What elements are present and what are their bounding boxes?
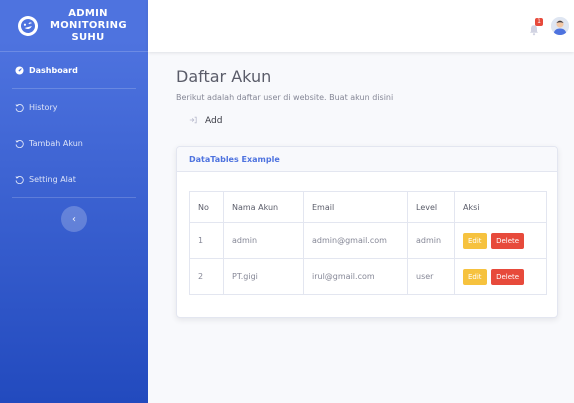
column-header-no[interactable]: No [189, 191, 224, 223]
sidebar-toggle-button[interactable]: ‹ [61, 206, 87, 232]
cell-actions: Edit Delete [454, 222, 547, 259]
topbar: 1 [148, 0, 574, 52]
add-button[interactable]: Add [189, 116, 558, 126]
laugh-wink-icon [15, 13, 41, 38]
sidebar-item-label: History [29, 102, 58, 112]
accounts-table: No Nama Akun Email Level Aksi 1 admin ad… [189, 191, 547, 295]
tachometer-icon [14, 65, 24, 75]
cell-no: 2 [189, 258, 224, 295]
column-header-email[interactable]: Email [303, 191, 408, 223]
edit-button[interactable]: Edit [463, 268, 487, 285]
column-header-nama-akun[interactable]: Nama Akun [223, 191, 304, 223]
sidebar-item-label: Tambah Akun [29, 138, 83, 148]
table-row: 2 PT.gigi irul@gmail.com user Edit Delet… [189, 258, 547, 295]
sidebar-item-label: Setting Alat [29, 174, 76, 184]
delete-button[interactable]: Delete [491, 268, 525, 285]
chevron-left-icon: ‹ [72, 213, 76, 225]
history-icon [14, 103, 24, 112]
column-header-level[interactable]: Level [407, 191, 455, 223]
sidebar-item-dashboard[interactable]: Dashboard [0, 52, 148, 88]
column-header-aksi[interactable]: Aksi [454, 191, 547, 223]
cell-level: user [407, 258, 455, 295]
history-icon [14, 175, 24, 184]
alert-count-badge: 1 [535, 18, 543, 26]
sidebar-divider [12, 197, 136, 198]
add-label: Add [205, 116, 223, 126]
cell-actions: Edit Delete [454, 258, 547, 295]
page-title: Daftar Akun [176, 67, 272, 86]
sidebar-item-tambah-akun[interactable]: Tambah Akun [0, 125, 148, 161]
table-row: 1 admin admin@gmail.com admin Edit Delet… [189, 222, 547, 259]
sidebar: ADMIN MONITORING SUHU Dashboard History … [0, 0, 148, 403]
sign-in-icon [189, 116, 197, 126]
cell-email: admin@gmail.com [303, 222, 408, 259]
cell-name: PT.gigi [223, 258, 304, 295]
delete-button[interactable]: Delete [491, 232, 525, 249]
cell-no: 1 [189, 222, 224, 259]
main-content: Daftar Akun Berikut adalah daftar user d… [176, 52, 558, 318]
history-icon [14, 139, 24, 148]
sidebar-item-label: Dashboard [29, 65, 78, 75]
avatar[interactable] [551, 17, 569, 35]
page-description: Berikut adalah daftar user di website. B… [176, 93, 394, 102]
card-title: DataTables Example [177, 147, 557, 172]
cell-email: irul@gmail.com [303, 258, 408, 295]
sidebar-item-setting-alat[interactable]: Setting Alat [0, 161, 148, 197]
sidebar-item-history[interactable]: History [0, 89, 148, 125]
brand-title: ADMIN MONITORING SUHU [50, 7, 127, 43]
datatable-card: DataTables Example No Nama Akun Email Le… [176, 146, 558, 318]
cell-level: admin [407, 222, 455, 259]
cell-name: admin [223, 222, 304, 259]
table-header-row: No Nama Akun Email Level Aksi [189, 191, 547, 223]
edit-button[interactable]: Edit [463, 232, 487, 249]
sidebar-brand[interactable]: ADMIN MONITORING SUHU [0, 0, 148, 52]
